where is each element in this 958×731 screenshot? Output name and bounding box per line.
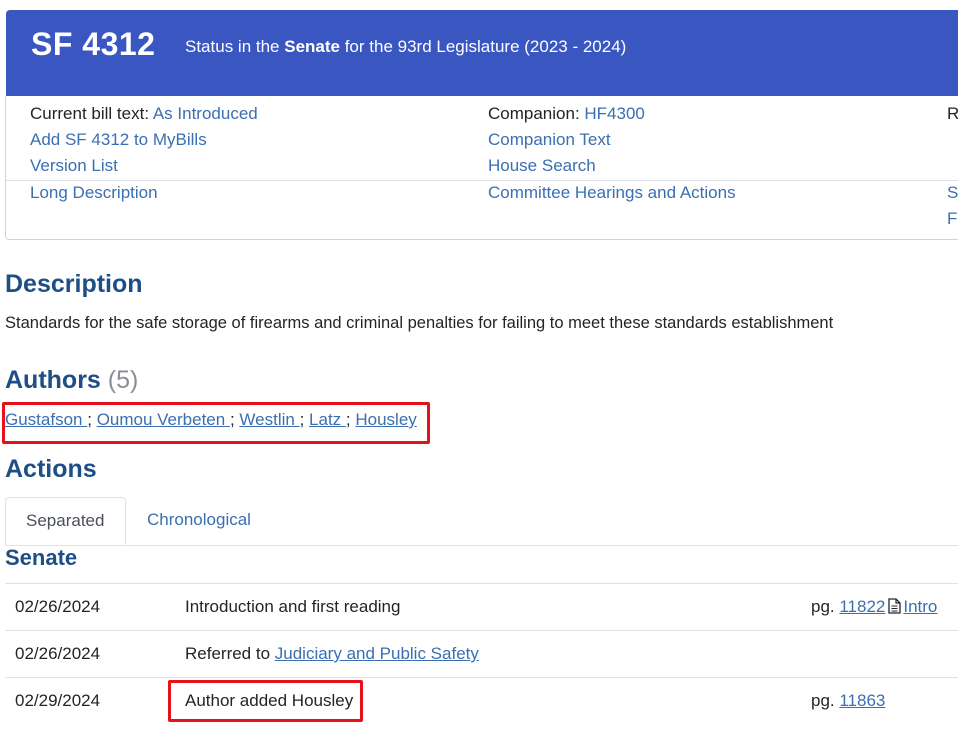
description-heading: Description [5, 270, 143, 298]
info-column-1: Current bill text: As Introduced Add SF … [30, 101, 258, 206]
intro-document-link[interactable]: Intro [903, 597, 937, 616]
action-text: Introduction and first reading [185, 597, 401, 616]
add-to-mybills-link[interactable]: Add SF 4312 to MyBills [30, 130, 207, 149]
version-list-link[interactable]: Version List [30, 156, 118, 175]
table-row: 02/29/2024 Author added Housley pg. 1186… [5, 677, 958, 725]
bill-header: SF 4312 Status in the Senate for the 93r… [6, 10, 958, 96]
companion-text-link[interactable]: Companion Text [488, 130, 611, 149]
bill-number: SF 4312 [31, 26, 156, 62]
companion-label: Companion: [488, 104, 585, 123]
info-column-2: Companion: HF4300 Companion Text House S… [488, 101, 736, 206]
description-text: Standards for the safe storage of firear… [5, 314, 834, 332]
actions-tabs: Separated Chronological [5, 497, 958, 546]
action-date: 02/26/2024 [15, 644, 101, 663]
document-icon [888, 598, 902, 619]
journal-page-link[interactable]: 11822 [839, 597, 885, 616]
long-description-link[interactable]: Long Description [30, 183, 158, 202]
bill-status: Status in the Senate for the 93rd Legisl… [185, 37, 627, 56]
info-divider [6, 180, 958, 181]
authors-heading: Authors (5) [5, 366, 139, 394]
actions-heading: Actions [5, 455, 97, 483]
info-column-3: R S F [947, 101, 958, 232]
tab-chronological[interactable]: Chronological [127, 497, 271, 545]
companion-link[interactable]: HF4300 [584, 104, 644, 123]
authors-highlight-box [2, 402, 430, 444]
house-search-link[interactable]: House Search [488, 156, 596, 175]
as-introduced-link[interactable]: As Introduced [153, 104, 258, 123]
journal-page: pg. 11822 Intro [811, 597, 937, 619]
authors-count: (5) [107, 366, 139, 394]
committee-link[interactable]: Judiciary and Public Safety [275, 644, 479, 663]
journal-page-link[interactable]: 11863 [839, 691, 885, 710]
info-column-3-link-2[interactable]: F [947, 209, 957, 228]
info-column-3-link-1[interactable]: S [947, 183, 958, 202]
action-date: 02/26/2024 [15, 597, 101, 616]
committee-hearings-link[interactable]: Committee Hearings and Actions [488, 183, 736, 202]
current-bill-text-label: Current bill text: [30, 104, 153, 123]
bill-info-panel: Current bill text: As Introduced Add SF … [5, 96, 958, 240]
tab-separated[interactable]: Separated [5, 497, 126, 545]
table-row: 02/26/2024 Referred to Judiciary and Pub… [5, 630, 958, 678]
action-highlight-box [168, 680, 363, 722]
action-date: 02/29/2024 [15, 691, 101, 710]
journal-page: pg. 11863 [811, 691, 886, 710]
info-column-3-label: R [947, 104, 958, 123]
action-text: Referred to Judiciary and Public Safety [185, 644, 479, 663]
table-row: 02/26/2024 Introduction and first readin… [5, 583, 958, 631]
senate-heading: Senate [5, 545, 78, 570]
